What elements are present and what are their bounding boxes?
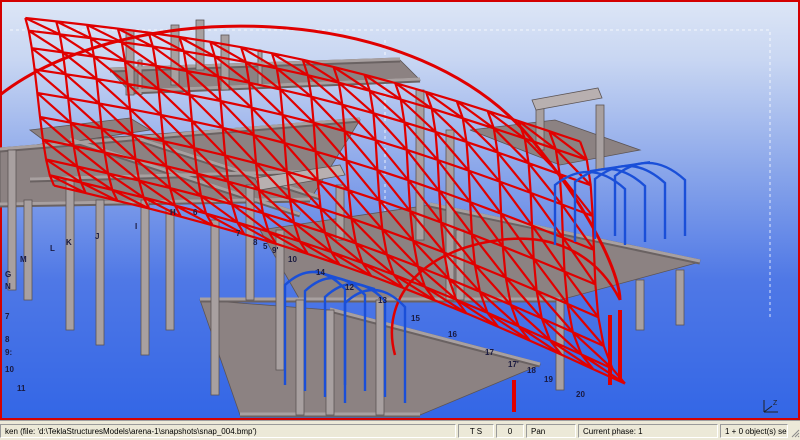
model-viewport[interactable]: H 6 L K J I 7 8 5 9' 10 M G N 14 12 13 15 16 17 17' 18 19 20 7 8 9…: [0, 0, 800, 420]
grid-label: 10: [5, 365, 14, 374]
grid-label: K: [66, 238, 72, 247]
grid-label: 10: [288, 255, 297, 264]
concrete-column[interactable]: [23, 199, 33, 301]
svg-text:Z: Z: [773, 400, 778, 407]
grid-label: I: [135, 222, 138, 231]
grid-label: 7: [5, 312, 10, 321]
grid-label: 7: [236, 229, 241, 238]
grid-label: L: [50, 244, 55, 253]
concrete-column[interactable]: [95, 199, 105, 346]
grid-label: 13: [378, 296, 387, 305]
grid-label: G: [5, 270, 12, 279]
floor-slab[interactable]: [199, 299, 542, 416]
grid-label: 5: [263, 242, 268, 251]
concrete-column[interactable]: [65, 179, 75, 331]
column-cap[interactable]: [531, 87, 603, 111]
concrete-column[interactable]: [295, 299, 305, 416]
structure-model[interactable]: [0, 0, 800, 420]
concrete-column[interactable]: [165, 209, 175, 331]
grid-label: 15: [411, 314, 420, 323]
grid-label: 12: [345, 283, 354, 292]
floor-slab[interactable]: [259, 204, 701, 301]
concrete-column[interactable]: [140, 199, 150, 356]
grid-label: 19: [544, 375, 553, 384]
grid-label: H: [170, 208, 176, 217]
grid-label: J: [95, 232, 100, 241]
grid-label: 8: [253, 238, 258, 247]
grid-label: M: [20, 255, 27, 264]
concrete-column[interactable]: [635, 279, 645, 331]
grid-label: 9': [272, 246, 279, 255]
grid-label: 17': [508, 360, 519, 369]
concrete-column[interactable]: [170, 24, 180, 86]
grid-label: 14: [316, 268, 325, 277]
concrete-column[interactable]: [325, 309, 335, 416]
grid-label: 8: [5, 335, 10, 344]
status-selection: 1 + 0 object(s) selected: [720, 423, 788, 438]
resize-grip-icon[interactable]: [790, 424, 800, 438]
concrete-column[interactable]: [210, 219, 220, 396]
grid-label: 11: [17, 384, 26, 393]
status-current-phase[interactable]: Current phase: 1: [578, 423, 718, 438]
status-bar: ken (file: 'd:\TeklaStructuresModels\are…: [0, 420, 800, 440]
grid-label: 17: [485, 348, 494, 357]
concrete-column[interactable]: [7, 149, 17, 291]
axis-triad-icon: Z: [763, 400, 778, 413]
concrete-column[interactable]: [675, 269, 685, 326]
concrete-column[interactable]: [595, 104, 605, 171]
grid-label: 16: [448, 330, 457, 339]
grid-label: 20: [576, 390, 585, 399]
status-message: ken (file: 'd:\TeklaStructuresModels\are…: [0, 423, 456, 438]
grid-label: 18: [527, 366, 536, 375]
status-ts[interactable]: T S: [458, 423, 494, 438]
concrete-column[interactable]: [375, 299, 385, 416]
status-zero: 0: [496, 423, 524, 438]
grid-label: 9:: [5, 348, 13, 357]
grid-label: 6: [193, 208, 198, 217]
status-pan-mode[interactable]: Pan: [526, 423, 576, 438]
grid-label: N: [5, 282, 11, 291]
